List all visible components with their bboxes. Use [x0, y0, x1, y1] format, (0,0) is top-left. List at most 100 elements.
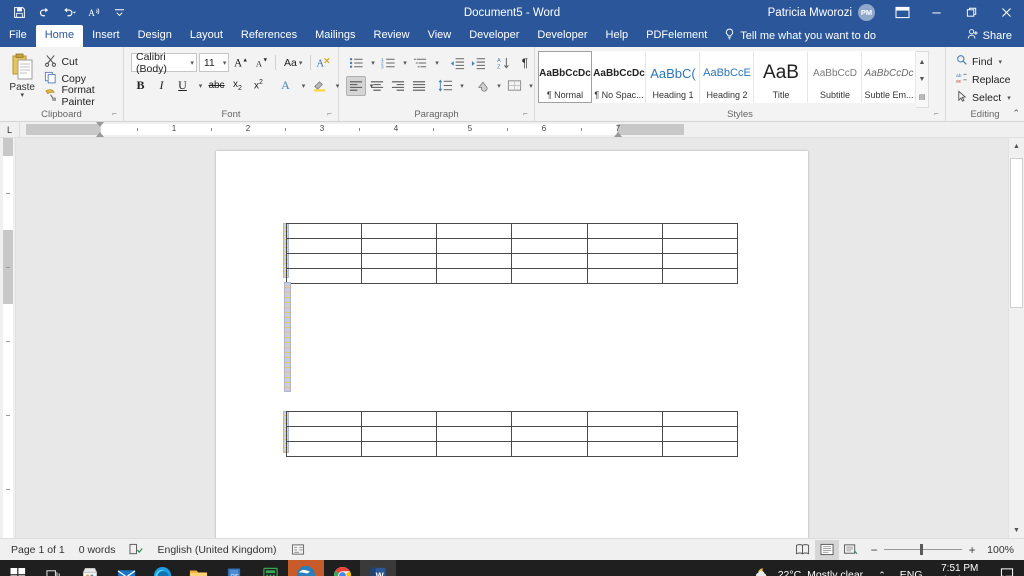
page-number-status[interactable]: Page 1 of 1: [4, 540, 72, 560]
text-effects-icon[interactable]: A: [276, 76, 295, 95]
style-subtle-emphasis[interactable]: AaBbCcDc Subtle Em...: [862, 51, 916, 103]
microsoft-store-icon[interactable]: [72, 560, 108, 576]
table-cell[interactable]: [587, 224, 662, 239]
table-cell[interactable]: [287, 224, 362, 239]
styles-more-icon[interactable]: ▤: [916, 88, 928, 105]
tab-review[interactable]: Review: [365, 25, 419, 47]
align-left-icon[interactable]: [346, 76, 366, 96]
table-cell[interactable]: [437, 239, 512, 254]
table-row[interactable]: [287, 412, 738, 427]
tab-design[interactable]: Design: [129, 25, 181, 47]
table-top[interactable]: [286, 223, 738, 284]
table-cell[interactable]: [362, 224, 437, 239]
accessibility-icon[interactable]: [284, 540, 312, 560]
table-cell[interactable]: [512, 427, 587, 442]
sort-icon[interactable]: AZ: [494, 53, 514, 73]
proofing-errors-icon[interactable]: [122, 540, 150, 560]
table-cell[interactable]: [287, 239, 362, 254]
microsoft-word-icon[interactable]: W: [360, 560, 396, 576]
format-painter-button[interactable]: Format Painter: [42, 88, 119, 104]
mail-icon[interactable]: [108, 560, 144, 576]
show-formatting-marks-icon[interactable]: ¶: [515, 53, 535, 73]
table-cell[interactable]: [362, 427, 437, 442]
find-dropdown-icon[interactable]: ▾: [996, 58, 1002, 66]
weather-widget[interactable]: 22°C Mostly clear: [746, 566, 871, 576]
first-line-indent-marker[interactable]: [96, 122, 104, 127]
read-mode-view-button[interactable]: [791, 540, 815, 560]
cut-button[interactable]: Cut: [42, 54, 119, 70]
table-cell[interactable]: [287, 412, 362, 427]
tab-developer-1[interactable]: Developer: [460, 25, 528, 47]
document-scroll-area[interactable]: [16, 138, 1008, 538]
table-cell[interactable]: [512, 412, 587, 427]
grow-font-icon[interactable]: A▲: [231, 53, 250, 72]
restore-button[interactable]: [954, 0, 989, 25]
find-button[interactable]: Find ▾: [953, 53, 1014, 70]
table-row[interactable]: [287, 269, 738, 284]
decrease-indent-icon[interactable]: [447, 53, 467, 73]
multilevel-dropdown-icon[interactable]: ▾: [431, 53, 441, 73]
line-spacing-icon[interactable]: [435, 76, 455, 96]
table-cell[interactable]: [362, 239, 437, 254]
read-aloud-icon[interactable]: A: [83, 2, 105, 23]
table-cell[interactable]: [512, 254, 587, 269]
table-cell[interactable]: [587, 254, 662, 269]
table-cell[interactable]: [662, 254, 737, 269]
replace-button[interactable]: abac Replace: [953, 71, 1014, 88]
change-case-icon[interactable]: Aa▾: [280, 53, 306, 72]
horizontal-ruler[interactable]: L 1 2 3 4 5 6 7: [0, 122, 1024, 138]
increase-indent-icon[interactable]: [468, 53, 488, 73]
table-cell[interactable]: [437, 224, 512, 239]
table-cell[interactable]: [512, 269, 587, 284]
table-cell[interactable]: [287, 442, 362, 457]
microsoft-edge-icon[interactable]: [144, 560, 180, 576]
save-icon[interactable]: [8, 2, 30, 23]
redo-icon[interactable]: [33, 2, 55, 23]
font-dialog-launcher[interactable]: ⌐: [325, 109, 334, 118]
justify-icon[interactable]: [409, 76, 429, 96]
tab-mailings[interactable]: Mailings: [306, 25, 364, 47]
scrollbar-thumb[interactable]: [1010, 158, 1023, 308]
italic-icon[interactable]: I: [152, 76, 171, 95]
table-cell[interactable]: [662, 442, 737, 457]
align-center-icon[interactable]: [367, 76, 387, 96]
underline-dropdown-icon[interactable]: ▾: [194, 76, 205, 95]
tab-developer-2[interactable]: Developer: [528, 25, 596, 47]
text-effects-dropdown-icon[interactable]: ▾: [297, 76, 308, 95]
tab-stop-selector[interactable]: L: [0, 122, 20, 138]
table-cell[interactable]: [437, 412, 512, 427]
text-highlight-color-icon[interactable]: [310, 76, 329, 95]
table-cell[interactable]: [587, 412, 662, 427]
table-cell[interactable]: [512, 442, 587, 457]
styles-gallery-scrollbar[interactable]: ▲ ▼ ▤: [916, 51, 929, 108]
superscript-icon[interactable]: x2: [249, 76, 268, 95]
paste-caret-icon[interactable]: ▾: [20, 93, 24, 99]
numbering-dropdown-icon[interactable]: ▾: [399, 53, 409, 73]
table-cell[interactable]: [437, 442, 512, 457]
tab-home[interactable]: Home: [36, 25, 83, 47]
table-cell[interactable]: [362, 442, 437, 457]
select-button[interactable]: Select ▾: [953, 89, 1014, 106]
table-row[interactable]: [287, 239, 738, 254]
right-indent-marker[interactable]: [614, 132, 622, 137]
tab-references[interactable]: References: [232, 25, 306, 47]
close-button[interactable]: [989, 0, 1024, 25]
word-count-status[interactable]: 0 words: [72, 540, 123, 560]
document-vertical-scrollbar[interactable]: ▲ ▼: [1008, 138, 1024, 538]
table-cell[interactable]: [362, 269, 437, 284]
table-row[interactable]: [287, 254, 738, 269]
shading-icon[interactable]: [472, 76, 492, 96]
font-name-input[interactable]: Calibri (Body)▾: [131, 53, 197, 72]
show-hidden-icons-button[interactable]: ⌃: [871, 570, 893, 576]
shrink-font-icon[interactable]: A▼: [252, 53, 271, 72]
styles-scroll-up-icon[interactable]: ▲: [916, 54, 928, 71]
shading-dropdown-icon[interactable]: ▾: [493, 76, 503, 96]
zoom-slider-thumb[interactable]: [920, 544, 923, 555]
start-button[interactable]: [0, 560, 36, 576]
table-cell[interactable]: [662, 224, 737, 239]
weather-app-icon[interactable]: 22: [288, 560, 324, 576]
web-layout-view-button[interactable]: [839, 540, 863, 560]
table-cell[interactable]: [587, 239, 662, 254]
table-cell[interactable]: [587, 442, 662, 457]
table-cell[interactable]: [587, 427, 662, 442]
